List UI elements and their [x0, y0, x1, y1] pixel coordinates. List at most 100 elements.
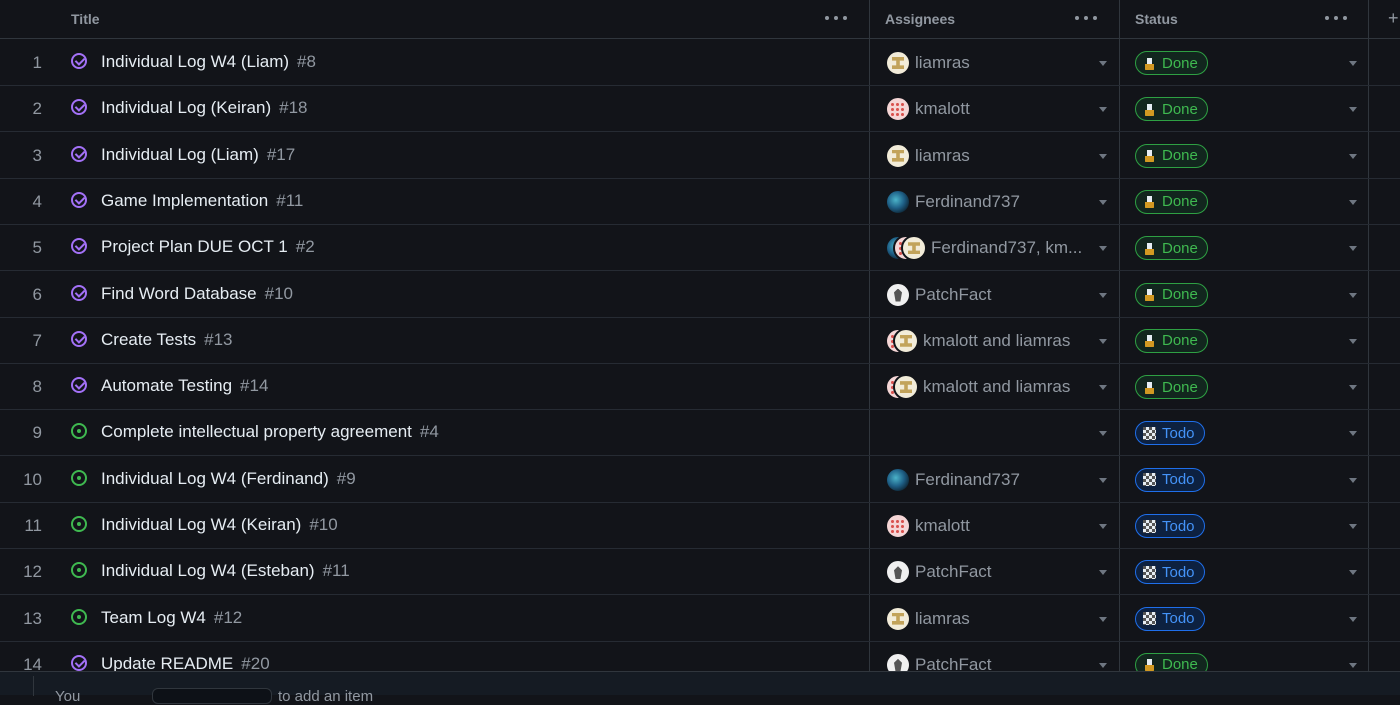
- issue-title-cell[interactable]: Individual Log W4 (Liam) #8: [101, 52, 316, 72]
- issue-title-cell[interactable]: Individual Log W4 (Ferdinand) #9: [101, 469, 356, 489]
- title-column-menu-icon[interactable]: [825, 8, 847, 28]
- assignees-column-header[interactable]: Assignees: [885, 0, 955, 38]
- table-row[interactable]: 10 Individual Log W4 (Ferdinand) #9 Ferdi…: [0, 457, 1400, 503]
- chevron-down-icon[interactable]: [1099, 385, 1107, 391]
- chevron-down-icon[interactable]: [1099, 524, 1107, 529]
- chevron-down-icon[interactable]: [1099, 616, 1107, 622]
- chevron-down-icon[interactable]: [1099, 431, 1107, 437]
- table-row[interactable]: 4 Game Implementation #11 Ferdinand737 Do…: [0, 179, 1400, 225]
- issue-title-cell[interactable]: Complete intellectual property agreement…: [101, 422, 439, 442]
- title-column-header[interactable]: Title: [71, 0, 100, 38]
- chevron-down-icon[interactable]: [1349, 338, 1357, 344]
- issue-title-cell[interactable]: Individual Log W4 (Esteban) #11: [101, 561, 350, 581]
- chevron-down-icon[interactable]: [1349, 431, 1357, 437]
- status-badge[interactable]: Done: [1135, 189, 1208, 214]
- assignees-cell[interactable]: liamras: [885, 142, 970, 169]
- issue-title[interactable]: Individual Log (Liam): [101, 145, 259, 164]
- table-row[interactable]: 2 Individual Log (Keiran) #18 kmalott Don…: [0, 86, 1400, 133]
- chevron-down-icon[interactable]: [1349, 292, 1357, 298]
- chevron-down-icon[interactable]: [1349, 616, 1357, 622]
- issue-title-cell[interactable]: Project Plan DUE OCT 1 #2: [101, 237, 315, 257]
- assignees-cell[interactable]: liamras: [885, 50, 970, 76]
- issue-title[interactable]: Find Word Database: [101, 284, 257, 303]
- chevron-down-icon[interactable]: [1349, 246, 1357, 252]
- status-column-menu-icon[interactable]: [1325, 8, 1347, 28]
- status-badge[interactable]: Done: [1135, 97, 1208, 122]
- chevron-down-icon[interactable]: [1099, 477, 1107, 483]
- table-row[interactable]: 3 Individual Log (Liam) #17 liamras Done: [0, 133, 1400, 179]
- table-row[interactable]: 7 Create Tests #13 kmalott and liamras Do…: [0, 318, 1400, 364]
- status-badge[interactable]: Todo: [1135, 560, 1205, 585]
- chevron-down-icon[interactable]: [1349, 61, 1357, 66]
- chevron-down-icon[interactable]: [1099, 246, 1107, 252]
- chevron-down-icon[interactable]: [1099, 199, 1107, 205]
- add-item-input[interactable]: [152, 688, 272, 704]
- table-row[interactable]: 5 Project Plan DUE OCT 1 #2 Ferdinand737,…: [0, 225, 1400, 272]
- issue-title-cell[interactable]: Individual Log (Keiran) #18: [101, 98, 307, 118]
- table-row[interactable]: 11 Individual Log W4 (Keiran) #10 kmalott…: [0, 503, 1400, 549]
- issue-title[interactable]: Individual Log W4 (Keiran): [101, 515, 301, 534]
- issue-title-cell[interactable]: Find Word Database #10: [101, 284, 293, 304]
- issue-title-cell[interactable]: Game Implementation #11: [101, 191, 303, 211]
- assignees-cell[interactable]: liamras: [885, 605, 970, 632]
- issue-title[interactable]: Team Log W4: [101, 608, 206, 627]
- issue-title[interactable]: Automate Testing: [101, 376, 232, 395]
- assignees-cell[interactable]: Ferdinand737, km...: [885, 235, 1082, 262]
- chevron-down-icon[interactable]: [1099, 662, 1107, 668]
- issue-title[interactable]: Project Plan DUE OCT 1: [101, 237, 288, 256]
- status-badge[interactable]: Done: [1135, 328, 1208, 353]
- assignees-cell[interactable]: kmalott and liamras: [885, 374, 1070, 401]
- assignees-cell[interactable]: kmalott and liamras: [885, 327, 1070, 354]
- status-column-header[interactable]: Status: [1135, 0, 1178, 38]
- chevron-down-icon[interactable]: [1099, 61, 1107, 66]
- table-row[interactable]: 9 Complete intellectual property agreeme…: [0, 410, 1400, 457]
- assignees-cell[interactable]: kmalott: [885, 513, 970, 539]
- issue-title[interactable]: Game Implementation: [101, 191, 268, 210]
- table-row[interactable]: 12 Individual Log W4 (Esteban) #11 PatchF…: [0, 549, 1400, 596]
- issue-title[interactable]: Complete intellectual property agreement: [101, 422, 412, 441]
- issue-title[interactable]: Individual Log W4 (Ferdinand): [101, 469, 329, 488]
- chevron-down-icon[interactable]: [1349, 153, 1357, 159]
- status-badge[interactable]: Done: [1135, 143, 1208, 168]
- status-badge[interactable]: Todo: [1135, 467, 1205, 492]
- chevron-down-icon[interactable]: [1349, 570, 1357, 576]
- chevron-down-icon[interactable]: [1099, 153, 1107, 159]
- chevron-down-icon[interactable]: [1099, 107, 1107, 113]
- chevron-down-icon[interactable]: [1349, 199, 1357, 205]
- issue-title-cell[interactable]: Team Log W4 #12: [101, 608, 242, 628]
- chevron-down-icon[interactable]: [1349, 385, 1357, 391]
- status-badge[interactable]: Todo: [1135, 421, 1205, 446]
- assignees-cell[interactable]: kmalott: [885, 96, 970, 123]
- assignees-cell[interactable]: PatchFact: [885, 281, 992, 308]
- chevron-down-icon[interactable]: [1099, 292, 1107, 298]
- plus-icon[interactable]: +: [1388, 8, 1400, 28]
- chevron-down-icon[interactable]: [1349, 107, 1357, 113]
- status-badge[interactable]: Todo: [1135, 606, 1205, 631]
- chevron-down-icon[interactable]: [1099, 570, 1107, 576]
- assignees-cell[interactable]: Ferdinand737: [885, 466, 1020, 493]
- assignees-column-menu-icon[interactable]: [1075, 8, 1097, 28]
- table-row[interactable]: 8 Automate Testing #14 kmalott and liamra…: [0, 364, 1400, 411]
- chevron-down-icon[interactable]: [1349, 524, 1357, 529]
- assignees-cell[interactable]: Ferdinand737: [885, 188, 1020, 215]
- issue-title[interactable]: Individual Log (Keiran): [101, 98, 271, 117]
- status-badge[interactable]: Done: [1135, 51, 1208, 75]
- issue-title-cell[interactable]: Create Tests #13: [101, 330, 233, 350]
- status-badge[interactable]: Done: [1135, 282, 1208, 307]
- assignees-cell[interactable]: PatchFact: [885, 559, 992, 586]
- status-badge[interactable]: Done: [1135, 375, 1208, 400]
- table-row[interactable]: 13 Team Log W4 #12 liamras Todo: [0, 596, 1400, 642]
- issue-title-cell[interactable]: Individual Log W4 (Keiran) #10: [101, 515, 338, 535]
- issue-title-cell[interactable]: Individual Log (Liam) #17: [101, 145, 295, 165]
- chevron-down-icon[interactable]: [1099, 338, 1107, 344]
- issue-title-cell[interactable]: Automate Testing #14: [101, 376, 268, 396]
- chevron-down-icon[interactable]: [1349, 662, 1357, 668]
- status-badge[interactable]: Todo: [1135, 514, 1205, 538]
- issue-title[interactable]: Create Tests: [101, 330, 196, 349]
- chevron-down-icon[interactable]: [1349, 477, 1357, 483]
- issue-title[interactable]: Individual Log W4 (Liam): [101, 52, 289, 71]
- table-row[interactable]: 1 Individual Log W4 (Liam) #8 liamras Don…: [0, 40, 1400, 86]
- issue-title[interactable]: Individual Log W4 (Esteban): [101, 561, 315, 580]
- table-row[interactable]: 6 Find Word Database #10 PatchFact Done: [0, 272, 1400, 318]
- status-badge[interactable]: Done: [1135, 236, 1208, 261]
